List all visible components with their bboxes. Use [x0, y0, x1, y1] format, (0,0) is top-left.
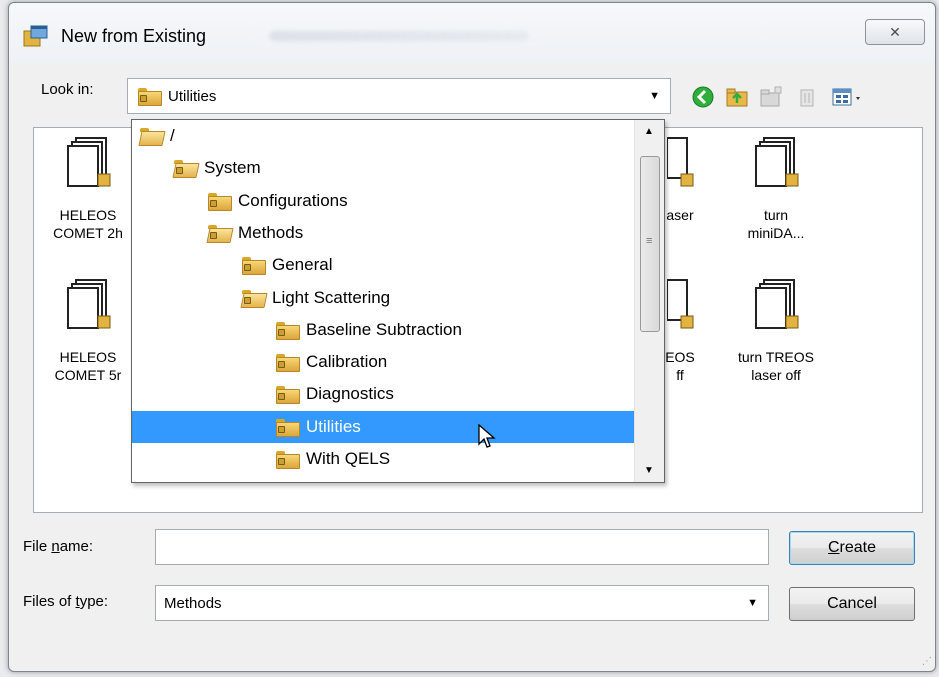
window-title: New from Existing	[61, 26, 207, 46]
dropdown-item-label: System	[204, 158, 261, 178]
file-name-line1: turn	[763, 207, 789, 223]
file-name-input[interactable]	[155, 529, 769, 565]
dropdown-item-label: Calibration	[306, 352, 388, 372]
back-icon[interactable]	[691, 85, 715, 109]
dropdown-item[interactable]: System	[132, 152, 634, 184]
cancel-button[interactable]: Cancel	[789, 587, 915, 621]
file-name-line2: laser off	[751, 367, 801, 383]
mouse-cursor-icon	[478, 424, 496, 448]
open-folder-icon	[140, 128, 162, 144]
dropdown-item[interactable]: General	[132, 249, 634, 281]
create-button[interactable]: Create	[789, 531, 915, 565]
folder-icon	[276, 354, 300, 373]
file-name-line2: COMET 2h	[53, 225, 123, 241]
dropdown-item[interactable]: Utilities	[132, 410, 634, 443]
dropdown-item[interactable]: /	[132, 120, 634, 152]
dropdown-item-label: With QELS	[306, 449, 391, 468]
locked-document-icon	[67, 279, 111, 329]
look-in-combo[interactable]: Utilities ▼	[127, 78, 671, 114]
file-name-line1: turn TREOS	[738, 349, 814, 365]
scroll-up-icon[interactable]: ▲	[644, 126, 654, 137]
file-item[interactable]: HELEOS COMET 2h	[38, 136, 138, 242]
file-name-line2: COMET 5r	[54, 367, 122, 383]
new-folder-icon[interactable]	[759, 85, 783, 109]
locked-document-icon	[755, 137, 799, 187]
file-type-value: Methods	[164, 594, 222, 612]
file-name-line2: miniDA...	[747, 225, 805, 241]
open-folder-icon	[208, 224, 230, 241]
locked-document-icon	[666, 137, 694, 187]
dropdown-item-label: /	[170, 126, 175, 145]
dropdown-item-label: Methods	[238, 222, 304, 242]
dropdown-item[interactable]: Light Scattering	[132, 282, 634, 314]
blurred-title-text	[269, 31, 529, 41]
locked-document-icon	[755, 279, 799, 329]
file-item[interactable]: turn TREOS laser off	[726, 278, 826, 384]
dropdown-scrollbar[interactable]: ▲ ≡ ▼	[634, 120, 664, 482]
dropdown-item-label: Utilities	[306, 416, 361, 436]
new-from-existing-dialog: New from Existing ✕ Look in: Utilities ▼	[8, 2, 936, 672]
scroll-down-icon[interactable]: ▼	[644, 465, 654, 476]
delete-icon[interactable]	[795, 85, 819, 109]
open-folder-icon	[174, 160, 196, 176]
dropdown-item[interactable]: Calibration	[132, 346, 634, 378]
chevron-down-icon: ▼	[747, 597, 758, 609]
dropdown-item[interactable]: Methods	[132, 217, 634, 249]
look-in-dropdown-list[interactable]: / System Configurations Methods General Light…	[131, 119, 665, 483]
locked-document-icon	[67, 137, 111, 187]
app-icon	[23, 25, 48, 47]
file-item[interactable]: HELEOS COMET 5r	[38, 278, 138, 384]
file-name-line1: HELEOS	[59, 349, 117, 365]
dropdown-item[interactable]: With QELS	[132, 443, 634, 475]
open-folder-icon	[242, 289, 264, 306]
dropdown-item-label: Diagnostics	[306, 384, 394, 404]
view-menu-icon[interactable]	[831, 85, 865, 109]
dropdown-item[interactable]: Configurations	[132, 185, 634, 217]
look-in-label: Look in:	[41, 81, 94, 98]
up-folder-icon[interactable]	[725, 85, 749, 109]
dropdown-item[interactable]: Baseline Subtraction	[132, 314, 634, 346]
title-bar[interactable]: New from Existing ✕	[9, 3, 935, 63]
locked-document-icon	[666, 279, 694, 329]
close-icon: ✕	[889, 24, 901, 40]
file-item[interactable]: turn miniDA...	[726, 136, 826, 242]
folder-icon	[276, 418, 300, 437]
folder-icon	[276, 386, 300, 405]
dropdown-item-label: General	[272, 255, 333, 275]
file-name-label: File name:	[23, 538, 94, 555]
chevron-down-icon: ▼	[649, 90, 660, 102]
dropdown-item-label: Baseline Subtraction	[306, 319, 462, 339]
file-type-label: Files of type:	[23, 593, 109, 610]
close-button[interactable]: ✕	[865, 19, 925, 45]
dropdown-item-label: Light Scattering	[272, 287, 391, 307]
file-type-select[interactable]: Methods ▼	[155, 585, 769, 621]
folder-icon	[242, 257, 266, 276]
dropdown-item-label: Configurations	[238, 190, 348, 210]
folder-icon	[208, 192, 232, 211]
grip-icon: ≡	[646, 235, 653, 247]
resize-grip-icon[interactable]: ⋰	[922, 656, 932, 667]
dropdown-item[interactable]: Diagnostics	[132, 378, 634, 410]
folder-icon	[276, 321, 300, 340]
file-name-line1: HELEOS	[59, 207, 117, 223]
scroll-thumb[interactable]: ≡	[640, 156, 660, 332]
folder-icon	[276, 451, 300, 469]
look-in-value: Utilities	[168, 87, 217, 105]
folder-icon	[138, 88, 162, 106]
